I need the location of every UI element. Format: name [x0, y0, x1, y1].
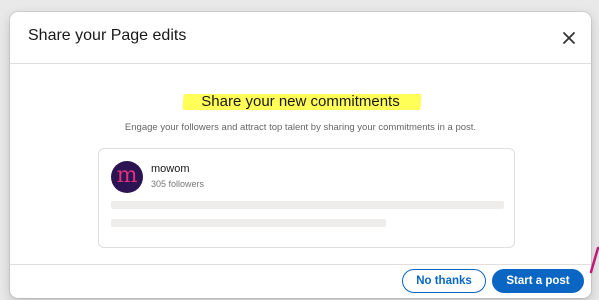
- placeholder-line: [111, 201, 504, 209]
- organization-name: mowom: [151, 163, 190, 175]
- post-preview-card: m mowom 305 followers: [98, 148, 515, 248]
- close-icon: [563, 32, 575, 44]
- annotation-arrow-icon: [589, 246, 599, 274]
- headline: Share your new commitments: [182, 92, 423, 111]
- avatar: m: [111, 161, 143, 193]
- headline-container: Share your new commitments: [10, 92, 591, 111]
- share-page-edits-dialog: Share your Page edits Share your new com…: [10, 12, 591, 298]
- headline-text: Share your new commitments: [201, 93, 400, 110]
- description-text: Engage your followers and attract top ta…: [124, 122, 477, 133]
- dialog-header: Share your Page edits: [10, 12, 591, 64]
- dialog-title: Share your Page edits: [28, 27, 187, 44]
- dialog-footer: No thanks Start a post: [10, 264, 591, 298]
- follower-count: 305 followers: [151, 179, 205, 189]
- avatar-letter: m: [116, 162, 138, 188]
- close-button[interactable]: [557, 26, 581, 50]
- no-thanks-button[interactable]: No thanks: [402, 269, 486, 293]
- placeholder-line: [111, 219, 386, 227]
- dialog-body: Share your new commitments Engage your f…: [10, 64, 591, 264]
- start-a-post-button[interactable]: Start a post: [492, 269, 584, 293]
